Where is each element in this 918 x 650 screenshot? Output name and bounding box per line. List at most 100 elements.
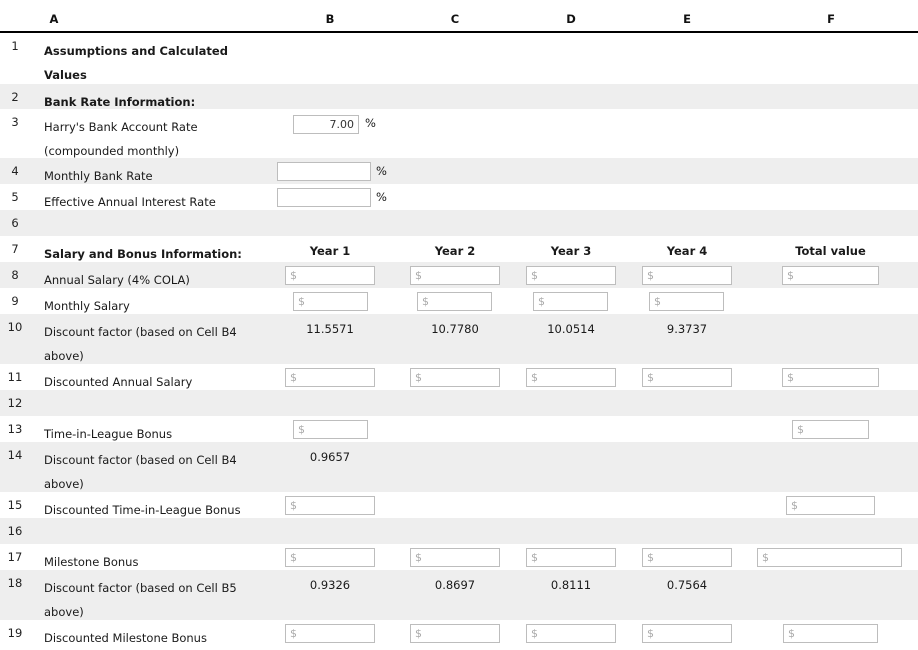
sheet-row-15: 15 Discounted Time-in-League Bonus — [0, 492, 918, 518]
time-in-league-bonus-input[interactable] — [293, 420, 368, 439]
annual-salary-year-4-input[interactable] — [642, 266, 732, 285]
milestone-bonus-total-input[interactable] — [757, 548, 902, 567]
effective-annual-rate-input[interactable] — [277, 188, 371, 207]
row-number-12[interactable]: 12 — [0, 396, 30, 410]
sheet-row-19: 19 Discounted Milestone Bonus — [0, 620, 918, 648]
row-number-7[interactable]: 7 — [0, 242, 30, 256]
cell-c7-year-2[interactable]: Year 2 — [410, 242, 500, 260]
discounted-milestone-bonus-year-3-input[interactable] — [526, 624, 616, 643]
cell-b18-discount-factor[interactable]: 0.9326 — [285, 576, 375, 594]
cell-d18-discount-factor[interactable]: 0.8111 — [526, 576, 616, 594]
row-number-15[interactable]: 15 — [0, 498, 30, 512]
row-number-3[interactable]: 3 — [0, 115, 30, 129]
row-number-19[interactable]: 19 — [0, 626, 30, 640]
annual-salary-year-2-input[interactable] — [410, 266, 500, 285]
sheet-row-8: 8 Annual Salary (4% COLA) — [0, 262, 918, 288]
cell-e10-discount-factor[interactable]: 9.3737 — [642, 320, 732, 338]
sheet-row-6: 6 — [0, 210, 918, 236]
discounted-annual-salary-total-input[interactable] — [782, 368, 879, 387]
monthly-bank-rate-input[interactable] — [277, 162, 371, 181]
row-number-10[interactable]: 10 — [0, 320, 30, 334]
sheet-row-3: 3 Harry's Bank Account Rate (compounded … — [0, 109, 918, 158]
row-number-9[interactable]: 9 — [0, 294, 30, 308]
row-number-6[interactable]: 6 — [0, 216, 30, 230]
row-number-5[interactable]: 5 — [0, 190, 30, 204]
sheet-row-16: 16 — [0, 518, 918, 544]
discounted-milestone-bonus-year-1-input[interactable] — [285, 624, 375, 643]
sheet-row-7: 7 Salary and Bonus Information: Year 1 Y… — [0, 236, 918, 262]
discounted-time-in-league-bonus-input[interactable] — [285, 496, 375, 515]
spreadsheet: A B C D E F 1 Assumptions and Calculated… — [0, 0, 918, 648]
column-header-d[interactable]: D — [566, 12, 576, 26]
cell-d7-year-3[interactable]: Year 3 — [526, 242, 616, 260]
cell-e7-year-4[interactable]: Year 4 — [642, 242, 732, 260]
discounted-annual-salary-year-4-input[interactable] — [642, 368, 732, 387]
percent-sign-b4: % — [376, 164, 387, 178]
monthly-salary-year-1-input[interactable] — [293, 292, 368, 311]
column-header-b[interactable]: B — [326, 12, 335, 26]
discounted-milestone-bonus-year-4-input[interactable] — [642, 624, 732, 643]
sheet-row-12: 12 — [0, 390, 918, 416]
milestone-bonus-year-1-input[interactable] — [285, 548, 375, 567]
row-number-17[interactable]: 17 — [0, 550, 30, 564]
sheet-row-11: 11 Discounted Annual Salary — [0, 364, 918, 390]
cell-a3[interactable]: Harry's Bank Account Rate (compounded mo… — [44, 115, 294, 163]
row-number-14[interactable]: 14 — [0, 448, 30, 462]
sheet-row-4: 4 Monthly Bank Rate % — [0, 158, 918, 184]
time-in-league-bonus-total-input[interactable] — [792, 420, 869, 439]
discounted-time-in-league-bonus-total-input[interactable] — [786, 496, 875, 515]
sheet-row-14: 14 Discount factor (based on Cell B4 abo… — [0, 442, 918, 492]
cell-a19[interactable]: Discounted Milestone Bonus — [44, 626, 274, 650]
cell-a14[interactable]: Discount factor (based on Cell B4 above) — [44, 448, 289, 496]
cell-c10-discount-factor[interactable]: 10.7780 — [410, 320, 500, 338]
monthly-salary-year-4-input[interactable] — [649, 292, 724, 311]
monthly-salary-year-2-input[interactable] — [417, 292, 492, 311]
bank-account-rate-input[interactable] — [293, 115, 359, 134]
row-number-13[interactable]: 13 — [0, 422, 30, 436]
cell-a1[interactable]: Assumptions and Calculated Values — [44, 39, 294, 87]
annual-salary-year-1-input[interactable] — [285, 266, 375, 285]
row-number-16[interactable]: 16 — [0, 524, 30, 538]
milestone-bonus-year-2-input[interactable] — [410, 548, 500, 567]
annual-salary-total-input[interactable] — [782, 266, 879, 285]
row-number-1[interactable]: 1 — [0, 39, 30, 53]
milestone-bonus-year-3-input[interactable] — [526, 548, 616, 567]
discounted-annual-salary-year-3-input[interactable] — [526, 368, 616, 387]
sheet-row-5: 5 Effective Annual Interest Rate % — [0, 184, 918, 210]
sheet-row-1: 1 Assumptions and Calculated Values — [0, 33, 918, 84]
cell-e18-discount-factor[interactable]: 0.7564 — [642, 576, 732, 594]
discounted-annual-salary-year-1-input[interactable] — [285, 368, 375, 387]
sheet-row-9: 9 Monthly Salary — [0, 288, 918, 314]
row-number-11[interactable]: 11 — [0, 370, 30, 384]
column-header-row: A B C D E F — [0, 0, 918, 33]
sheet-row-2: 2 Bank Rate Information: — [0, 84, 918, 109]
cell-b14-discount-factor[interactable]: 0.9657 — [285, 448, 375, 466]
monthly-salary-year-3-input[interactable] — [533, 292, 608, 311]
cell-f7-total-value[interactable]: Total value — [782, 242, 879, 260]
cell-a18[interactable]: Discount factor (based on Cell B5 above) — [44, 576, 289, 624]
percent-sign-b5: % — [376, 190, 387, 204]
cell-a10[interactable]: Discount factor (based on Cell B4 above) — [44, 320, 289, 368]
sheet-row-10: 10 Discount factor (based on Cell B4 abo… — [0, 314, 918, 364]
sheet-row-13: 13 Time-in-League Bonus — [0, 416, 918, 442]
row-number-18[interactable]: 18 — [0, 576, 30, 590]
cell-d10-discount-factor[interactable]: 10.0514 — [526, 320, 616, 338]
annual-salary-year-3-input[interactable] — [526, 266, 616, 285]
sheet-row-17: 17 Milestone Bonus — [0, 544, 918, 570]
milestone-bonus-year-4-input[interactable] — [642, 548, 732, 567]
row-number-2[interactable]: 2 — [0, 90, 30, 104]
column-header-f[interactable]: F — [827, 12, 835, 26]
cell-b10-discount-factor[interactable]: 11.5571 — [285, 320, 375, 338]
cell-c18-discount-factor[interactable]: 0.8697 — [410, 576, 500, 594]
row-number-8[interactable]: 8 — [0, 268, 30, 282]
percent-sign-b3: % — [365, 116, 376, 130]
column-header-c[interactable]: C — [451, 12, 459, 26]
discounted-milestone-bonus-total-input[interactable] — [783, 624, 878, 643]
column-header-a[interactable]: A — [50, 12, 59, 26]
column-header-e[interactable]: E — [683, 12, 691, 26]
discounted-annual-salary-year-2-input[interactable] — [410, 368, 500, 387]
row-number-4[interactable]: 4 — [0, 164, 30, 178]
sheet-row-18: 18 Discount factor (based on Cell B5 abo… — [0, 570, 918, 620]
discounted-milestone-bonus-year-2-input[interactable] — [410, 624, 500, 643]
cell-b7-year-1[interactable]: Year 1 — [285, 242, 375, 260]
